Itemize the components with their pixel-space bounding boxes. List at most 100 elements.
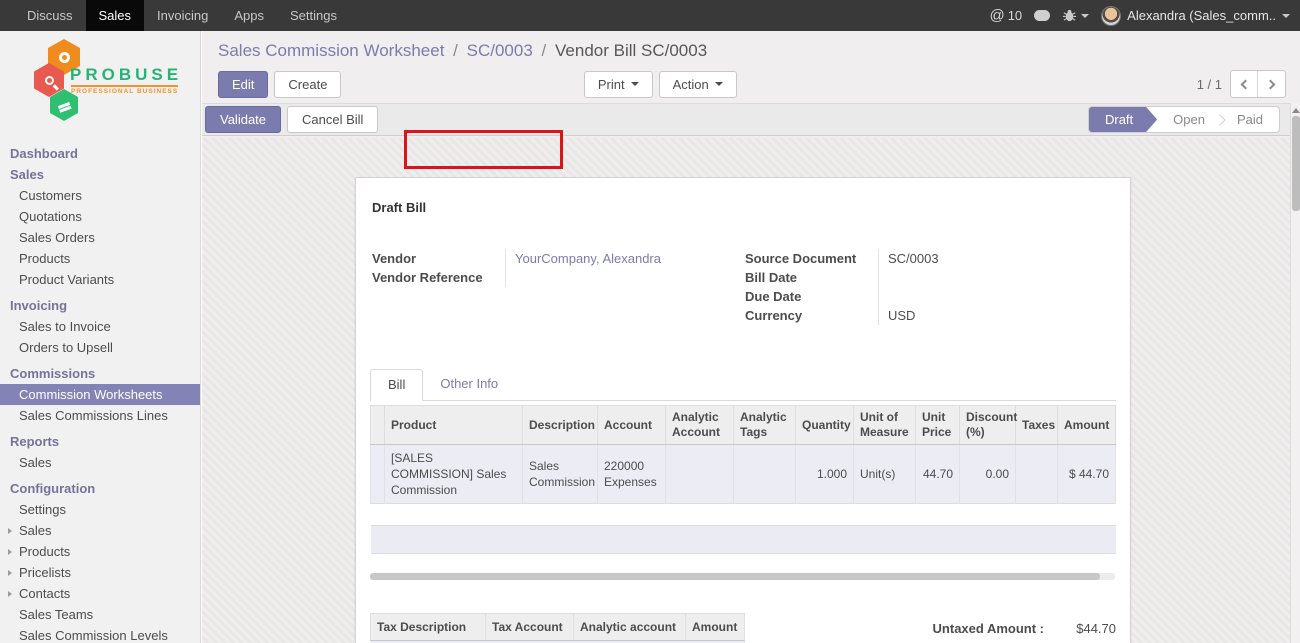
breadcrumb-sc0003-link[interactable]: SC/0003 [467,41,533,60]
sidebar: PROBUSE PROFESSIONAL BUSINESS Dashboard … [0,31,201,643]
top-menu-settings[interactable]: Settings [277,0,350,31]
col-tax-amount[interactable]: Amount [686,614,745,641]
top-menu-discuss[interactable]: Discuss [14,0,86,31]
cell-quantity: 1.000 [796,445,854,504]
sidebar-item-sales-orders[interactable]: Sales Orders [0,227,200,248]
vendor-field-value[interactable]: YourCompany, Alexandra [506,249,661,268]
chat-bubble-icon[interactable] [1034,10,1050,21]
sidebar-item-config-contacts[interactable]: Contacts [0,583,200,604]
col-description[interactable]: Description [523,406,598,445]
sidebar-item-orders-to-upsell[interactable]: Orders to Upsell [0,337,200,358]
col-discount[interactable]: Discount (%) [960,406,1016,445]
col-product[interactable]: Product [385,406,523,445]
tab-bill[interactable]: Bill [370,369,423,401]
sidebar-item-customers[interactable]: Customers [0,185,200,206]
sidebar-item-sales-to-invoice[interactable]: Sales to Invoice [0,316,200,337]
cell-uom: Unit(s) [854,445,916,504]
source-document-field-label: Source Document [743,249,879,268]
validate-button[interactable]: Validate [205,106,281,133]
col-analytic-account[interactable]: Analytic Account [666,406,734,445]
row-handle-column [371,406,385,445]
cell-unit-price: 44.70 [916,445,960,504]
sidebar-item-label: Sales [19,523,52,538]
sidebar-item-quotations[interactable]: Quotations [0,206,200,227]
sidebar-header-reports[interactable]: Reports [0,431,200,452]
sidebar-item-sales-teams[interactable]: Sales Teams [0,604,200,625]
sidebar-item-commission-worksheets[interactable]: Commission Worksheets [0,384,200,405]
control-panel-buttons: Edit Create Print Action 1 / 1 [218,70,1286,98]
scrollbar-thumb[interactable] [370,573,1100,580]
sidebar-item-sales-commission-levels[interactable]: Sales Commission Levels [0,625,200,643]
cell-amount: $ 44.70 [1058,445,1116,504]
tab-other-info[interactable]: Other Info [423,369,515,400]
invoice-line-row[interactable]: [SALES COMMISSION] Sales Commission Sale… [371,445,1116,504]
scroll-up-arrow-icon[interactable] [1292,108,1300,113]
status-step-paid[interactable]: Paid [1221,107,1279,132]
sidebar-item-label: Pricelists [19,565,71,580]
col-tax-account[interactable]: Tax Account [486,614,574,641]
col-unit-price[interactable]: Unit Price [916,406,960,445]
row-handle [371,445,385,504]
col-quantity[interactable]: Quantity [796,406,854,445]
sidebar-item-sales-commissions-lines[interactable]: Sales Commissions Lines [0,405,200,426]
status-step-draft[interactable]: Draft [1089,107,1157,132]
col-tax-description[interactable]: Tax Description [371,614,486,641]
col-amount[interactable]: Amount [1058,406,1116,445]
print-dropdown-button[interactable]: Print [584,71,653,98]
col-taxes[interactable]: Taxes [1016,406,1058,445]
tax-and-totals-zone: Tax Description Tax Account Analytic acc… [370,613,1116,643]
action-dropdown-button[interactable]: Action [659,71,737,98]
col-tax-analytic-account[interactable]: Analytic account [574,614,686,641]
sidebar-item-settings[interactable]: Settings [0,499,200,520]
scrollbar-thumb[interactable] [1292,116,1300,211]
mentions-counter[interactable]: @ 10 [989,7,1022,24]
due-date-field-value [879,287,888,306]
col-analytic-tags[interactable]: Analytic Tags [734,406,796,445]
col-unit-of-measure[interactable]: Unit of Measure [854,406,916,445]
sidebar-item-reports-sales[interactable]: Sales [0,452,200,473]
sheet-title: Draft Bill [372,200,1116,215]
breadcrumb-worksheets-link[interactable]: Sales Commission Worksheet [218,41,444,60]
sidebar-header-dashboard[interactable]: Dashboard [0,143,200,164]
cell-analytic-tags [734,445,796,504]
user-avatar [1101,6,1121,26]
currency-field-value: USD [879,306,915,325]
chevron-left-icon [1241,79,1251,89]
bug-icon [1062,8,1077,23]
user-menu[interactable]: Alexandra (Sales_comm.. [1101,6,1290,26]
top-menu-invoicing[interactable]: Invoicing [144,0,221,31]
cell-discount: 0.00 [960,445,1016,504]
pager-previous-button[interactable] [1231,71,1258,97]
currency-field-label: Currency [743,306,879,325]
top-bar: Discuss Sales Invoicing Apps Settings @ … [0,0,1300,31]
debug-menu[interactable] [1062,8,1089,23]
sidebar-item-config-pricelists[interactable]: Pricelists [0,562,200,583]
breadcrumb: Sales Commission Worksheet / SC/0003 / V… [218,41,1286,61]
sidebar-header-invoicing[interactable]: Invoicing [0,295,200,316]
totals-block: Untaxed Amount : $44.70 Tax : $0.00 Tota… [861,613,1116,643]
sidebar-item-config-products[interactable]: Products [0,541,200,562]
untaxed-amount-label: Untaxed Amount : [933,619,1044,639]
vertical-scrollbar[interactable] [1290,103,1300,643]
top-menu-apps[interactable]: Apps [221,0,277,31]
sidebar-header-configuration[interactable]: Configuration [0,478,200,499]
table-horizontal-scrollbar[interactable] [370,573,1115,580]
sidebar-header-commissions[interactable]: Commissions [0,363,200,384]
expand-arrow-icon [8,591,12,597]
sidebar-item-product-variants[interactable]: Product Variants [0,269,200,290]
create-button[interactable]: Create [274,71,341,98]
col-account[interactable]: Account [598,406,666,445]
edit-button[interactable]: Edit [218,71,268,98]
sidebar-header-sales[interactable]: Sales [0,164,200,185]
top-menu-sales[interactable]: Sales [86,0,145,31]
sidebar-item-config-sales[interactable]: Sales [0,520,200,541]
pager-next-button[interactable] [1258,71,1285,97]
form-statusbar: Validate Cancel Bill Draft Open Paid [202,103,1300,136]
record-pager: 1 / 1 [1197,70,1286,98]
status-step-open[interactable]: Open [1157,107,1221,132]
cancel-bill-button[interactable]: Cancel Bill [287,106,378,133]
brand-name: PROBUSE [70,65,182,85]
action-label: Action [673,77,709,92]
field-group-right: Source Document SC/0003 Bill Date Due Da… [743,249,1116,325]
sidebar-item-products[interactable]: Products [0,248,200,269]
